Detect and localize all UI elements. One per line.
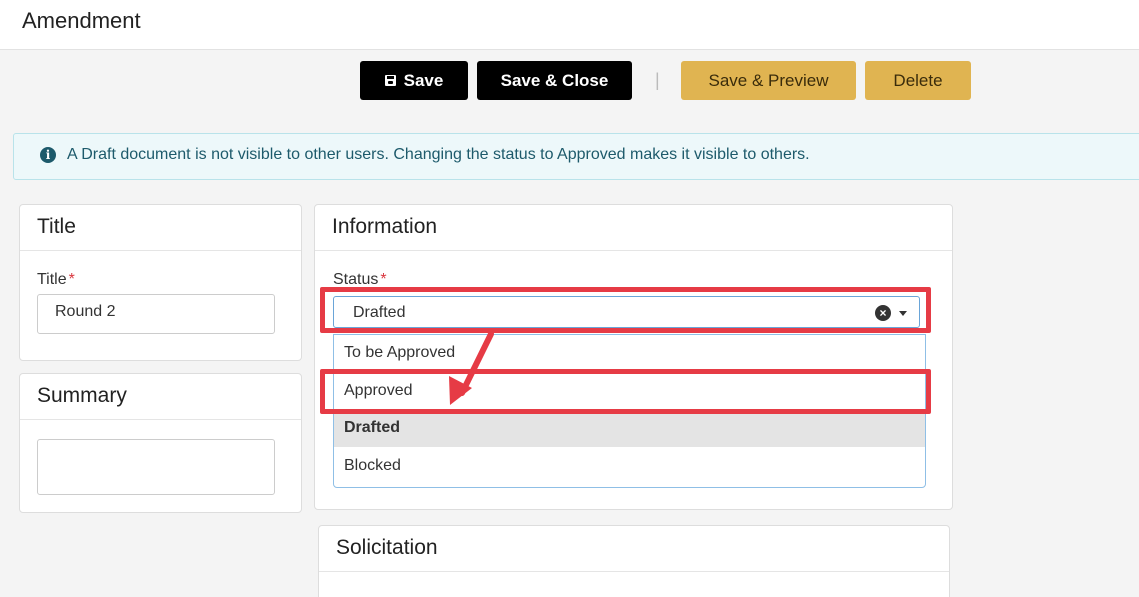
save-icon: [384, 75, 396, 86]
chevron-down-icon[interactable]: [899, 311, 907, 316]
solicitation-panel: Solicitation: [318, 525, 950, 597]
save-button[interactable]: Save: [360, 61, 468, 100]
info-icon: i: [40, 147, 56, 163]
title-field-label: Title *: [37, 271, 75, 289]
status-option-to-be-approved[interactable]: To be Approved: [334, 335, 925, 372]
summary-textarea[interactable]: [37, 439, 275, 495]
title-panel-heading: Title: [20, 205, 301, 251]
clear-icon[interactable]: ×: [875, 305, 891, 321]
page-title: Amendment: [22, 8, 141, 33]
save-preview-button[interactable]: Save & Preview: [681, 61, 856, 100]
information-panel-heading: Information: [315, 205, 952, 251]
required-marker: *: [380, 271, 387, 288]
title-label-text: Title: [37, 271, 67, 288]
title-input[interactable]: Round 2: [37, 294, 275, 334]
status-option-drafted[interactable]: Drafted: [334, 410, 925, 447]
toolbar-separator: |: [655, 70, 660, 90]
summary-panel-heading: Summary: [20, 374, 301, 420]
page-header: Amendment: [0, 0, 1139, 50]
status-select-value: Drafted: [353, 304, 406, 321]
required-marker: *: [68, 271, 75, 288]
save-button-label: Save: [403, 70, 444, 90]
delete-button[interactable]: Delete: [865, 61, 971, 100]
info-banner-text: A Draft document is not visible to other…: [67, 146, 810, 163]
status-label-text: Status: [333, 271, 379, 288]
status-option-approved[interactable]: Approved: [334, 373, 925, 410]
solicitation-panel-heading: Solicitation: [319, 526, 949, 572]
status-field-label: Status *: [333, 271, 387, 289]
info-banner: i A Draft document is not visible to oth…: [13, 133, 1139, 180]
status-select[interactable]: Drafted ×: [333, 296, 920, 328]
save-close-button[interactable]: Save & Close: [477, 61, 632, 100]
status-dropdown-list: To be Approved Approved Drafted Blocked: [333, 334, 926, 488]
status-option-blocked[interactable]: Blocked: [334, 448, 925, 485]
